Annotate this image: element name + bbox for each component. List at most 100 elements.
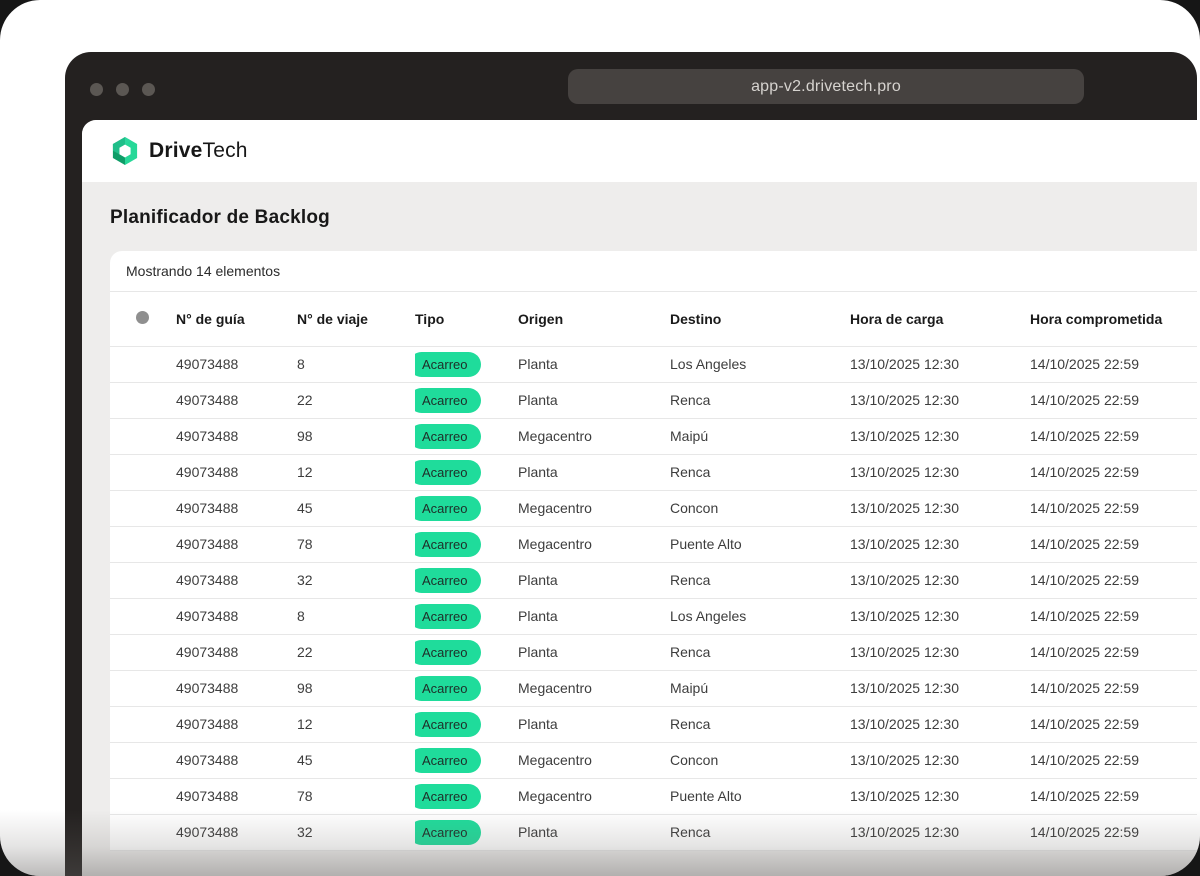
cell-origen: Planta (518, 346, 670, 383)
cell-guia: 49073488 (176, 706, 297, 743)
cell-viaje: 8 (297, 346, 415, 383)
cell-viaje: 78 (297, 778, 415, 815)
url-bar[interactable]: app-v2.drivetech.pro (568, 69, 1084, 104)
cell-carga: 13/10/2025 12:30 (850, 706, 1030, 743)
cell-bullet (110, 634, 176, 671)
cell-carga: 13/10/2025 12:30 (850, 418, 1030, 455)
app-header: DriveTech (82, 120, 1197, 182)
cell-viaje: 78 (297, 526, 415, 563)
cell-tipo: Acarreo (415, 418, 518, 455)
cell-guia: 49073488 (176, 382, 297, 419)
cell-bullet (110, 526, 176, 563)
column-header-comprometida: Hora comprometida (1030, 292, 1197, 347)
page-title: Planificador de Backlog (110, 207, 330, 228)
cell-tipo: Acarreo (415, 562, 518, 599)
table-row[interactable]: 49073488 32 Acarreo Planta Renca 13/10/2… (110, 562, 1197, 599)
cell-tipo: Acarreo (415, 382, 518, 419)
cell-viaje: 22 (297, 634, 415, 671)
table-row[interactable]: 49073488 98 Acarreo Megacentro Maipú 13/… (110, 418, 1197, 455)
cell-bullet (110, 418, 176, 455)
column-header-carga: Hora de carga (850, 292, 1030, 347)
cell-carga: 13/10/2025 12:30 (850, 778, 1030, 815)
table-header-row: N° de guía N° de viaje Tipo Origen Desti… (110, 292, 1197, 347)
table-row[interactable]: 49073488 12 Acarreo Planta Renca 13/10/2… (110, 454, 1197, 491)
minimize-window-button[interactable] (116, 83, 129, 96)
cell-viaje: 8 (297, 598, 415, 635)
cell-tipo: Acarreo (415, 670, 518, 707)
cell-destino: Renca (670, 562, 850, 599)
cell-origen: Planta (518, 598, 670, 635)
bullet-icon (136, 310, 149, 324)
tipo-badge: Acarreo (415, 603, 481, 629)
cell-carga: 13/10/2025 12:30 (850, 742, 1030, 779)
cell-guia: 49073488 (176, 526, 297, 563)
cell-guia: 49073488 (176, 454, 297, 491)
table-row[interactable]: 49073488 45 Acarreo Megacentro Concon 13… (110, 742, 1197, 779)
drivetech-logo[interactable]: DriveTech (110, 136, 248, 166)
cell-origen: Megacentro (518, 778, 670, 815)
column-header-tipo: Tipo (415, 292, 518, 347)
table-row[interactable]: 49073488 12 Acarreo Planta Renca 13/10/2… (110, 706, 1197, 743)
cell-carga: 13/10/2025 12:30 (850, 598, 1030, 635)
cell-viaje: 22 (297, 382, 415, 419)
column-header-guia: N° de guía (176, 292, 297, 347)
maximize-window-button[interactable] (142, 83, 155, 96)
table-row[interactable]: 49073488 98 Acarreo Megacentro Maipú 13/… (110, 670, 1197, 707)
cell-viaje: 98 (297, 418, 415, 455)
cell-destino: Concon (670, 490, 850, 527)
cell-viaje: 45 (297, 742, 415, 779)
cell-origen: Planta (518, 454, 670, 491)
tipo-badge: Acarreo (415, 783, 481, 809)
cell-tipo: Acarreo (415, 706, 518, 743)
tipo-badge: Acarreo (415, 675, 481, 701)
cell-bullet (110, 706, 176, 743)
cell-guia: 49073488 (176, 742, 297, 779)
tipo-badge: Acarreo (415, 495, 481, 521)
cell-guia: 49073488 (176, 778, 297, 815)
cell-destino: Los Angeles (670, 346, 850, 383)
cell-destino: Maipú (670, 418, 850, 455)
table-row[interactable]: 49073488 8 Acarreo Planta Los Angeles 13… (110, 598, 1197, 635)
cell-guia: 49073488 (176, 346, 297, 383)
table-row[interactable]: 49073488 22 Acarreo Planta Renca 13/10/2… (110, 634, 1197, 671)
cell-origen: Planta (518, 634, 670, 671)
cell-destino: Puente Alto (670, 778, 850, 815)
table-row[interactable]: 49073488 45 Acarreo Megacentro Concon 13… (110, 490, 1197, 527)
cell-bullet (110, 814, 176, 851)
cell-guia: 49073488 (176, 562, 297, 599)
cell-comprometida: 14/10/2025 22:59 (1030, 778, 1197, 815)
cell-comprometida: 14/10/2025 22:59 (1030, 706, 1197, 743)
cell-carga: 13/10/2025 12:30 (850, 634, 1030, 671)
cell-destino: Renca (670, 454, 850, 491)
cell-carga: 13/10/2025 12:30 (850, 562, 1030, 599)
table-row[interactable]: 49073488 22 Acarreo Planta Renca 13/10/2… (110, 382, 1197, 419)
cell-destino: Los Angeles (670, 598, 850, 635)
wordmark-light: Tech (202, 139, 248, 162)
cell-destino: Renca (670, 706, 850, 743)
results-summary: Mostrando 14 elementos (110, 251, 1197, 292)
cell-origen: Megacentro (518, 490, 670, 527)
cell-comprometida: 14/10/2025 22:59 (1030, 382, 1197, 419)
cell-origen: Megacentro (518, 670, 670, 707)
cell-bullet (110, 490, 176, 527)
cell-tipo: Acarreo (415, 526, 518, 563)
cell-comprometida: 14/10/2025 22:59 (1030, 490, 1197, 527)
cell-origen: Planta (518, 706, 670, 743)
tipo-badge: Acarreo (415, 531, 481, 557)
browser-titlebar: app-v2.drivetech.pro (65, 52, 1197, 120)
cell-destino: Renca (670, 634, 850, 671)
cell-tipo: Acarreo (415, 778, 518, 815)
cell-carga: 13/10/2025 12:30 (850, 454, 1030, 491)
cell-bullet (110, 562, 176, 599)
tipo-badge: Acarreo (415, 567, 481, 593)
table-row[interactable]: 49073488 78 Acarreo Megacentro Puente Al… (110, 526, 1197, 563)
cell-bullet (110, 598, 176, 635)
cell-carga: 13/10/2025 12:30 (850, 814, 1030, 851)
cell-carga: 13/10/2025 12:30 (850, 490, 1030, 527)
table-row[interactable]: 49073488 32 Acarreo Planta Renca 13/10/2… (110, 814, 1197, 851)
cell-destino: Puente Alto (670, 526, 850, 563)
close-window-button[interactable] (90, 83, 103, 96)
table-row[interactable]: 49073488 78 Acarreo Megacentro Puente Al… (110, 778, 1197, 815)
table-row[interactable]: 49073488 8 Acarreo Planta Los Angeles 13… (110, 346, 1197, 383)
cell-tipo: Acarreo (415, 814, 518, 851)
